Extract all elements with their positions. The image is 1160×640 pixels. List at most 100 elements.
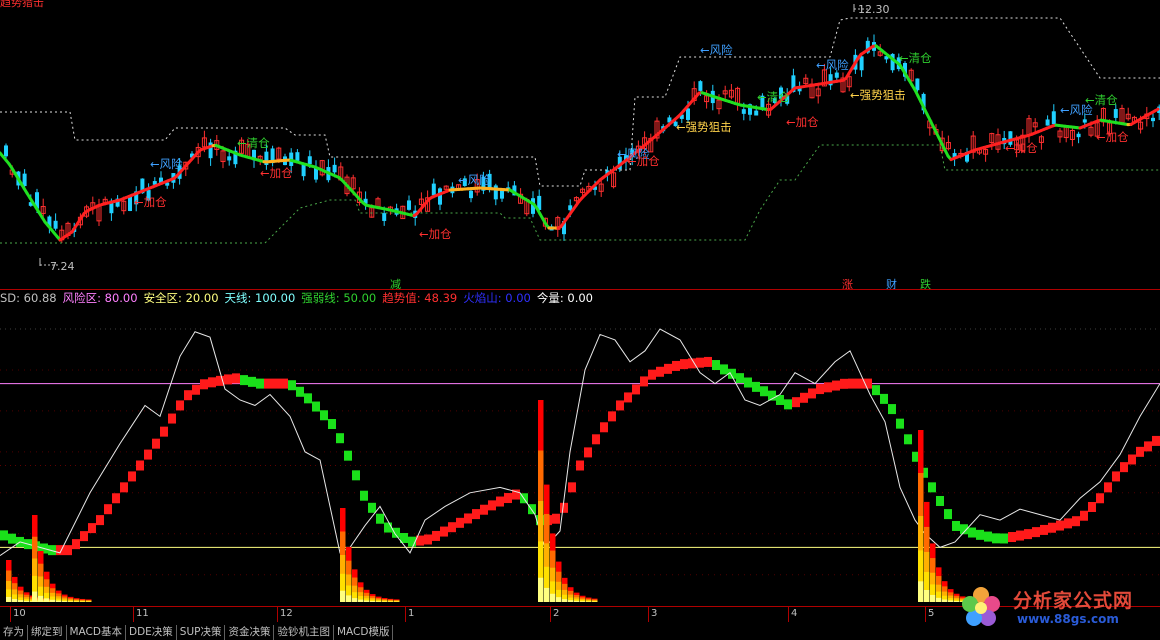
flame-bar xyxy=(370,601,376,602)
trend-step xyxy=(640,376,648,386)
trend-step xyxy=(320,410,328,420)
annotation-label: ←强势狙击 xyxy=(676,119,732,135)
trend-step xyxy=(328,419,336,429)
date-tick: 1 xyxy=(405,607,414,622)
formula-tab[interactable]: 存为 xyxy=(0,625,28,640)
trend-step xyxy=(616,400,624,410)
candle-body xyxy=(698,81,702,91)
annotation-label: ←清仓 xyxy=(757,89,790,105)
trend-step xyxy=(8,534,16,544)
trend-segment xyxy=(1155,109,1158,111)
trend-step xyxy=(824,382,832,392)
trend-step xyxy=(256,379,264,389)
trend-step xyxy=(176,400,184,410)
annotation-label: ←风险 xyxy=(458,172,491,188)
annotation-label: ←强势狙击 xyxy=(850,87,906,103)
trend-step xyxy=(736,373,744,383)
formula-tab[interactable]: MACD模版 xyxy=(334,625,393,640)
trend-step xyxy=(984,532,992,542)
candle-body xyxy=(54,221,58,229)
indicator-legend-item: 风险区: 80.00 xyxy=(63,291,138,305)
formula-tab[interactable]: MACD基本 xyxy=(67,625,126,640)
trend-step xyxy=(224,374,232,384)
flame-bar xyxy=(364,601,370,602)
trend-step xyxy=(648,370,656,380)
flame-histogram xyxy=(538,400,598,602)
trend-step xyxy=(896,419,904,429)
watermark-url: www.88gs.com xyxy=(1017,612,1119,626)
trend-step xyxy=(200,379,208,389)
trend-step xyxy=(904,434,912,444)
trend-step xyxy=(792,397,800,407)
annotation-label: ←加仓 xyxy=(260,165,293,181)
trend-step xyxy=(336,433,344,443)
indicator-legend-item: 趋势值: 48.39 xyxy=(382,291,457,305)
trend-step xyxy=(1136,447,1144,457)
trend-step xyxy=(264,379,272,389)
candle-body xyxy=(915,79,919,91)
trend-step xyxy=(672,361,680,371)
formula-tab[interactable]: 验钞机主图 xyxy=(274,625,334,640)
trend-step xyxy=(928,482,936,492)
trend-step xyxy=(432,531,440,541)
trend-step xyxy=(152,439,160,449)
main-price-chart[interactable] xyxy=(0,0,1160,289)
trend-step xyxy=(312,402,320,412)
candle-body xyxy=(382,213,386,221)
flame-histogram xyxy=(32,515,92,602)
candle-body xyxy=(1151,118,1155,121)
trend-line-group xyxy=(0,46,1158,240)
formula-tab[interactable]: DDE决策 xyxy=(126,625,177,640)
trend-step xyxy=(120,482,128,492)
trend-step xyxy=(488,500,496,510)
formula-tab[interactable]: 资金决策 xyxy=(225,625,274,640)
trend-step xyxy=(240,375,248,385)
flame-bar xyxy=(544,588,550,602)
trend-step xyxy=(1104,482,1112,492)
flame-bar xyxy=(44,598,50,602)
flame-bar xyxy=(32,592,38,602)
trend-step xyxy=(232,373,240,383)
trend-step xyxy=(344,451,352,461)
trend-step xyxy=(856,379,864,389)
trend-step xyxy=(1096,493,1104,503)
flower-logo-icon xyxy=(959,585,1003,629)
date-tick: 3 xyxy=(648,607,657,622)
trend-step xyxy=(64,545,72,555)
flame-bar xyxy=(56,601,62,602)
flame-bar xyxy=(562,599,568,602)
trend-step xyxy=(976,530,984,540)
trend-step xyxy=(608,411,616,421)
formula-tab[interactable]: SUP决策 xyxy=(177,625,226,640)
trend-step xyxy=(1056,521,1064,531)
trend-step xyxy=(880,394,888,404)
flame-bar xyxy=(574,601,580,602)
low-price-label: 7.24 xyxy=(50,260,75,273)
trend-step xyxy=(992,533,1000,543)
annotation-label: ←加仓 xyxy=(134,194,167,210)
high-price-label: 12.30 xyxy=(858,3,890,16)
trend-step xyxy=(944,509,952,519)
trend-step xyxy=(936,496,944,506)
trend-step xyxy=(1024,529,1032,539)
trend-step xyxy=(952,521,960,531)
indicator-subchart[interactable] xyxy=(0,306,1160,606)
trend-step xyxy=(632,384,640,394)
trend-step xyxy=(712,360,720,370)
candle-body xyxy=(128,197,132,211)
trend-step xyxy=(560,503,568,513)
trend-step xyxy=(368,503,376,513)
trend-step xyxy=(360,491,368,501)
trend-step xyxy=(136,461,144,471)
annotation-label: ←风险 xyxy=(816,57,849,73)
trend-step xyxy=(968,528,976,538)
trend-step xyxy=(704,357,712,367)
trend-step xyxy=(376,514,384,524)
candle-body xyxy=(227,156,231,160)
trend-step xyxy=(1040,525,1048,535)
trend-step xyxy=(840,379,848,389)
trend-step xyxy=(1080,511,1088,521)
annotation-label: ←加仓 xyxy=(786,114,819,130)
flame-bar xyxy=(50,600,56,602)
formula-tab[interactable]: 绑定到 xyxy=(28,625,67,640)
